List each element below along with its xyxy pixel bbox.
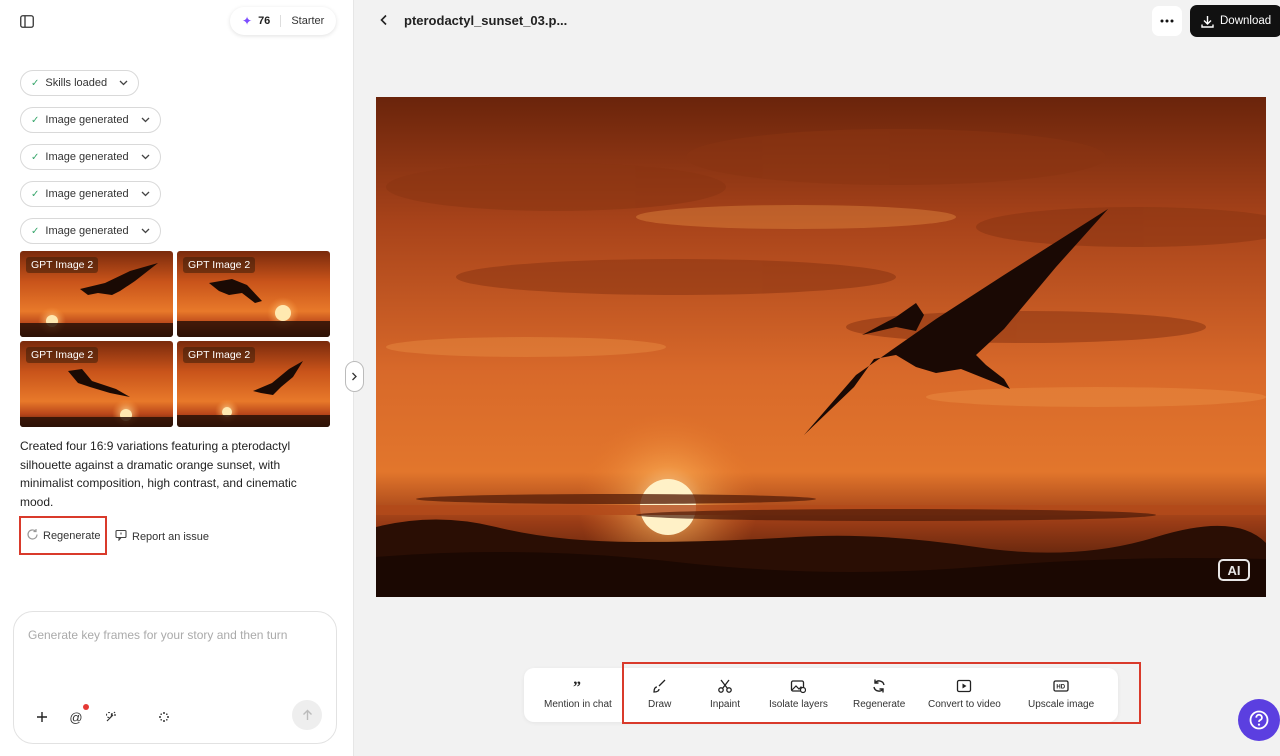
step-label: Skills loaded	[45, 77, 108, 89]
check-icon: ✓	[31, 114, 40, 126]
toolbar-label: Regenerate	[853, 699, 906, 710]
model-tag: GPT Image 2	[26, 257, 99, 273]
svg-text:HD: HD	[1056, 685, 1065, 691]
scissors-icon	[718, 679, 732, 693]
chat-composer[interactable]: Generate key frames for your story and t…	[13, 611, 337, 744]
more-options-button[interactable]	[1152, 6, 1182, 36]
chevron-left-icon	[380, 14, 387, 26]
regenerate-tool-button[interactable]: Regenerate	[853, 678, 905, 710]
credits-count: 76	[258, 15, 271, 27]
composer-input[interactable]: Generate key frames for your story and t…	[28, 628, 328, 642]
grid-dots-icon[interactable]	[153, 706, 175, 728]
toolbar-label: Inpaint	[710, 699, 741, 710]
chat-panel: ✦ 76 Starter ✓ Skills loaded ✓ Image gen…	[0, 0, 354, 756]
mention-icon[interactable]: @	[65, 704, 89, 728]
step-chip-image-2[interactable]: ✓ Image generated	[20, 144, 161, 170]
play-icon	[957, 679, 972, 693]
divider	[280, 15, 282, 27]
sidebar-toggle-icon[interactable]	[20, 15, 36, 29]
question-icon	[1249, 710, 1269, 730]
step-label: Image generated	[45, 151, 129, 163]
brush-icon	[653, 679, 666, 693]
check-icon: ✓	[31, 188, 40, 200]
chevron-down-icon	[141, 115, 150, 125]
model-tag: GPT Image 2	[183, 347, 256, 363]
chevron-down-icon	[141, 152, 150, 162]
download-label: Download	[1220, 15, 1272, 27]
convert-to-video-button[interactable]: Convert to video	[928, 678, 1001, 710]
collapse-panel-button[interactable]	[345, 361, 364, 392]
notification-dot	[83, 704, 89, 710]
svg-text:”: ”	[573, 679, 581, 694]
thumbnail-1[interactable]: GPT Image 2	[20, 251, 173, 337]
toolbar-label: Draw	[648, 699, 672, 710]
credits-pill[interactable]: ✦ 76 Starter	[230, 7, 337, 35]
inpaint-button[interactable]: Inpaint	[710, 678, 740, 710]
magic-wand-icon[interactable]	[100, 706, 122, 728]
thumbnail-4[interactable]: GPT Image 2	[177, 341, 330, 427]
toolbar-label: Isolate layers	[769, 699, 828, 710]
report-issue-button[interactable]: Report an issue	[115, 529, 209, 544]
assistant-message: Created four 16:9 variations featuring a…	[20, 439, 297, 509]
step-chip-image-3[interactable]: ✓ Image generated	[20, 181, 161, 207]
check-icon: ✓	[31, 151, 40, 163]
regenerate-label: Regenerate	[43, 529, 101, 542]
draw-button[interactable]: Draw	[648, 678, 671, 710]
file-title: pterodactyl_sunset_03.p...	[404, 13, 568, 28]
plan-label: Starter	[291, 15, 325, 27]
step-label: Image generated	[45, 225, 129, 237]
more-icon	[1160, 19, 1174, 23]
refresh-icon	[873, 679, 885, 693]
refresh-icon	[26, 528, 39, 544]
back-button[interactable]	[380, 13, 388, 29]
sunset-image	[376, 97, 1266, 597]
download-button[interactable]: Download	[1190, 5, 1280, 37]
chevron-right-icon	[352, 372, 357, 381]
main-image-preview: AI	[376, 97, 1266, 597]
ai-watermark: AI	[1218, 559, 1250, 581]
quote-icon: ”	[573, 679, 581, 694]
chevron-down-icon	[119, 78, 128, 88]
image-layers-icon	[791, 680, 807, 694]
step-chip-image-4[interactable]: ✓ Image generated	[20, 218, 161, 244]
report-label: Report an issue	[132, 530, 210, 543]
download-icon	[1201, 15, 1214, 28]
arrow-up-icon	[302, 709, 312, 720]
mention-in-chat-button[interactable]: ” Mention in chat	[544, 678, 612, 710]
send-button[interactable]	[292, 700, 322, 730]
toolbar-label: Upscale image	[1028, 699, 1095, 710]
step-chip-skills[interactable]: ✓ Skills loaded	[20, 70, 140, 96]
check-icon: ✓	[31, 225, 40, 237]
check-icon: ✓	[31, 77, 40, 89]
image-toolbar: ” Mention in chat Draw Inpaint Isolate l…	[524, 668, 1118, 722]
toolbar-label: Convert to video	[928, 699, 1001, 710]
model-tag: GPT Image 2	[26, 347, 99, 363]
step-label: Image generated	[45, 114, 129, 126]
upscale-image-button[interactable]: HD Upscale image	[1028, 678, 1094, 710]
hd-icon: HD	[1053, 680, 1069, 692]
model-tag: GPT Image 2	[183, 257, 256, 273]
isolate-layers-button[interactable]: Isolate layers	[769, 678, 828, 710]
thumbnail-3[interactable]: GPT Image 2	[20, 341, 173, 427]
plus-icon[interactable]	[31, 706, 53, 728]
help-button[interactable]	[1238, 699, 1280, 741]
toolbar-label: Mention in chat	[544, 699, 612, 710]
flag-icon	[115, 529, 127, 544]
regenerate-button[interactable]: Regenerate	[19, 516, 107, 555]
thumbnail-2[interactable]: GPT Image 2	[177, 251, 330, 337]
chevron-down-icon	[141, 189, 150, 199]
sparkle-icon: ✦	[242, 14, 253, 28]
chevron-down-icon	[141, 226, 150, 236]
step-chip-image-1[interactable]: ✓ Image generated	[20, 107, 161, 133]
step-label: Image generated	[45, 188, 129, 200]
